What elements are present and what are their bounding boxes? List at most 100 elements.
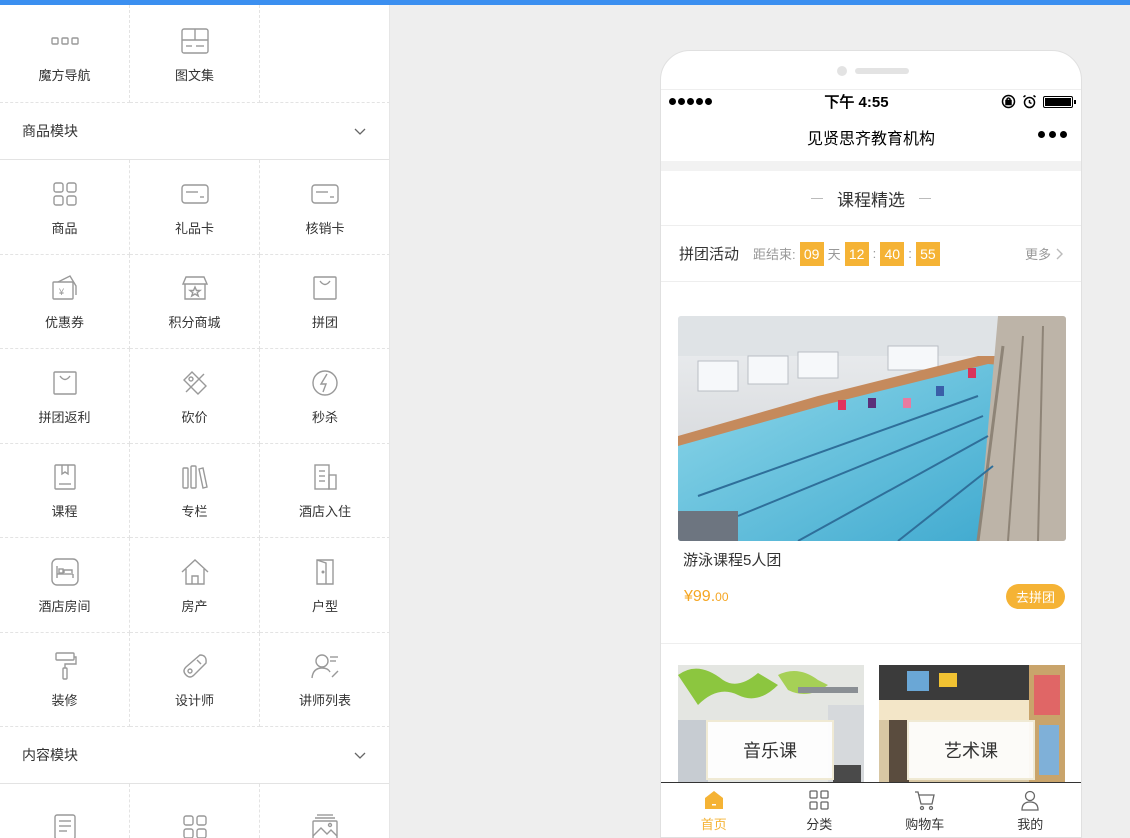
chevron-down-icon — [354, 752, 366, 759]
points-mall-icon — [178, 271, 212, 305]
goods-component-grid: 商品 礼品卡 核销卡 ¥ 优惠券 积分商城 拼团 拼团返利 砍价 秒杀 课程 专… — [0, 160, 389, 727]
lecturer-list-icon — [308, 649, 342, 683]
component-house[interactable]: 房产 — [130, 538, 260, 633]
component-label: 装修 — [51, 693, 78, 709]
svg-text:¥: ¥ — [58, 287, 65, 297]
tab-cart[interactable]: 购物车 — [872, 783, 978, 837]
coupon-icon: ¥ — [48, 271, 82, 305]
signal-icon — [669, 98, 712, 105]
component-label: 魔方导航 — [38, 67, 91, 83]
status-time: 下午 4:55 — [824, 94, 889, 111]
more-link[interactable]: 更多 — [1025, 244, 1063, 263]
component-goods[interactable]: 商品 — [0, 160, 130, 255]
component-content-grid[interactable] — [130, 784, 260, 838]
component-gift-card[interactable]: 礼品卡 — [130, 160, 260, 255]
component-label: 核销卡 — [305, 220, 345, 236]
component-hotel-checkin[interactable]: 酒店入住 — [260, 444, 389, 538]
chevron-right-icon — [1056, 248, 1063, 259]
component-label: 优惠券 — [44, 315, 84, 331]
component-label: 户型 — [311, 598, 338, 614]
group-rebate-icon — [48, 366, 82, 400]
component-label: 拼团返利 — [38, 409, 91, 425]
component-hotel-room[interactable]: 酒店房间 — [0, 538, 130, 633]
countdown-seconds: 55 — [915, 241, 940, 266]
component-label: 设计师 — [174, 693, 214, 709]
content-component-grid — [0, 784, 389, 838]
category-card-music[interactable]: 音乐课 — [678, 665, 864, 795]
component-group-buy[interactable]: 拼团 — [260, 255, 389, 349]
group-buy-bar: 拼团活动 距结束: 09 天 12 : 40 : 55 更多 — [661, 226, 1081, 282]
tab-home[interactable]: 首页 — [661, 783, 767, 837]
camera-dot — [837, 66, 847, 76]
component-points-mall[interactable]: 积分商城 — [130, 254, 260, 349]
countdown-minutes: 40 — [880, 241, 905, 266]
gift-card-icon — [178, 177, 212, 211]
component-image-text[interactable]: 图文集 — [130, 5, 260, 103]
user-icon — [1021, 790, 1039, 811]
hotel-checkin-icon — [308, 460, 342, 494]
swimming-pool-image[interactable] — [678, 316, 1066, 541]
group-product-card[interactable]: 游泳课程5人团 ¥99.00 去拼团 — [661, 282, 1081, 644]
tab-label: 购物车 — [905, 817, 945, 832]
house-icon — [178, 555, 212, 589]
component-label: 课程 — [51, 504, 78, 520]
section-title-text: 课程精选 — [837, 190, 905, 210]
featured-courses-title: 课程精选 — [661, 171, 1081, 226]
section-gap — [661, 161, 1081, 171]
tab-category[interactable]: 分类 — [767, 783, 873, 837]
price-decimal: 00 — [715, 589, 729, 604]
more-link-label: 更多 — [1024, 247, 1051, 262]
flash-sale-icon — [308, 366, 342, 400]
top-component-row: 魔方导航 图文集 — [0, 5, 389, 103]
gallery-icon — [308, 810, 342, 838]
battery-icon — [1042, 95, 1076, 108]
price-main: ¥99. — [684, 587, 716, 605]
component-label: 图文集 — [174, 67, 214, 83]
component-article[interactable] — [0, 784, 130, 838]
category-icon — [809, 790, 829, 810]
speaker-slot — [855, 68, 909, 74]
bargain-icon — [178, 366, 212, 400]
goods-grid-icon — [48, 177, 82, 211]
component-coupon[interactable]: ¥ 优惠券 — [0, 254, 130, 349]
component-lecturer-list[interactable]: 讲师列表 — [260, 633, 389, 727]
component-designer[interactable]: 设计师 — [130, 632, 260, 727]
category-row: 音乐课 艺术课 — [661, 644, 1081, 795]
cart-icon — [914, 791, 935, 811]
status-right — [1001, 94, 1076, 109]
paint-roller-icon — [48, 649, 82, 683]
component-gallery[interactable] — [260, 784, 389, 838]
component-group-rebate[interactable]: 拼团返利 — [0, 349, 130, 444]
component-column[interactable]: 专栏 — [130, 443, 260, 538]
status-bar: 下午 4:55 — [661, 89, 1081, 113]
phone-bezel — [661, 51, 1081, 89]
more-menu-button[interactable] — [1038, 131, 1067, 138]
tab-mine[interactable]: 我的 — [978, 783, 1082, 837]
category-card-art[interactable]: 艺术课 — [879, 665, 1065, 795]
component-flash-sale[interactable]: 秒杀 — [260, 349, 389, 444]
join-group-button[interactable]: 去拼团 — [1005, 584, 1065, 609]
component-verify-card[interactable]: 核销卡 — [260, 160, 389, 255]
group-buy-icon — [308, 271, 342, 305]
home-icon — [704, 791, 723, 809]
component-floor-plan[interactable]: 户型 — [260, 538, 389, 633]
component-label: 专栏 — [181, 504, 208, 520]
group-buy-title: 拼团活动 — [679, 246, 740, 263]
bottom-tab-bar: 首页 分类 购物车 我的 — [661, 782, 1082, 837]
component-label: 秒杀 — [311, 409, 338, 425]
alarm-icon — [1023, 94, 1036, 109]
component-cube-nav[interactable]: 魔方导航 — [0, 5, 130, 103]
component-bargain[interactable]: 砍价 — [130, 349, 260, 444]
content-section-header[interactable]: 内容模块 — [0, 727, 389, 784]
time-separator: : — [908, 246, 912, 261]
section-title: 商品模块 — [22, 123, 78, 139]
component-label: 砍价 — [181, 409, 208, 425]
component-course[interactable]: 课程 — [0, 443, 130, 538]
goods-section-header[interactable]: 商品模块 — [0, 103, 389, 160]
component-decoration[interactable]: 装修 — [0, 632, 130, 727]
page-title: 见贤思齐教育机构 — [806, 131, 935, 148]
designer-icon — [178, 649, 212, 683]
countdown-label: 距结束: — [753, 247, 796, 262]
floor-plan-icon — [308, 555, 342, 589]
component-panel: 魔方导航 图文集 商品模块 商品 礼品卡 核销卡 ¥ 优惠券 积分商城 拼团 拼… — [0, 5, 390, 838]
